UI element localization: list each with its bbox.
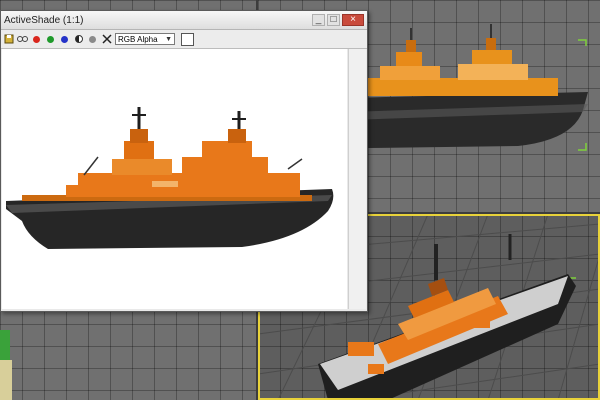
- blue-channel-icon[interactable]: [59, 34, 70, 45]
- ship-hull: [348, 92, 588, 148]
- object-fragment: [0, 330, 10, 360]
- red-channel-icon[interactable]: [31, 34, 42, 45]
- channel-select[interactable]: RGB Alpha ▼: [115, 33, 175, 45]
- vertical-scrollbar[interactable]: [348, 49, 366, 309]
- save-icon[interactable]: [3, 34, 14, 45]
- monochrome-icon[interactable]: [73, 34, 84, 45]
- ship-superstructure-lower: [78, 173, 300, 197]
- alpha-channel-icon[interactable]: [87, 34, 98, 45]
- ship-superstructure-lower: [368, 78, 558, 96]
- clone-icon[interactable]: [17, 34, 28, 45]
- activeshade-title-bar[interactable]: ActiveShade (1:1) _ □ ×: [1, 11, 367, 30]
- minimize-button[interactable]: _: [312, 14, 325, 26]
- activeshade-window[interactable]: ActiveShade (1:1) _ □ × RGB Alpha ▼: [0, 10, 368, 312]
- chevron-down-icon: ▼: [165, 35, 172, 43]
- activeshade-render-area[interactable]: [2, 49, 347, 309]
- maximize-button[interactable]: □: [327, 14, 340, 26]
- activeshade-title: ActiveShade (1:1): [4, 14, 84, 26]
- green-channel-icon[interactable]: [45, 34, 56, 45]
- clear-icon[interactable]: [101, 34, 112, 45]
- channel-select-value: RGB Alpha: [118, 34, 158, 44]
- rendered-ship: [6, 107, 334, 249]
- activeshade-toolbar: RGB Alpha ▼: [1, 30, 367, 49]
- color-swatch[interactable]: [181, 32, 194, 46]
- close-button[interactable]: ×: [342, 14, 364, 26]
